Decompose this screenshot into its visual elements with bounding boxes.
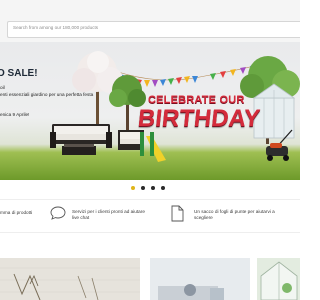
header-bar: Search from among our 180,000 products — [0, 0, 300, 42]
carousel-dot-1[interactable] — [131, 186, 135, 190]
rattan-sofa-set — [50, 124, 144, 155]
feature-item-products[interactable]: mma di prodotti — [0, 210, 40, 216]
birthday-heading: BIRTHDAY — [136, 105, 262, 132]
search-input[interactable]: Search from among our 180,000 products — [7, 21, 300, 38]
features-row: mma di prodotti Servizi per i clienti pr… — [0, 199, 300, 233]
hero-text-line-3: enica 9 Aprile! — [0, 112, 30, 117]
product-tile-3[interactable] — [257, 258, 300, 300]
feature-item-guides[interactable]: Un sacco di fogli di punte per aiutarvi … — [194, 209, 300, 221]
carousel-dot-4[interactable] — [161, 186, 165, 190]
feature-text-2: live chat — [72, 215, 90, 220]
document-icon — [170, 205, 184, 227]
feature-item-live-chat[interactable]: Servizi per i clienti pronti ad aiutare … — [72, 209, 154, 221]
hero-banner[interactable]: O SALE! oil enti essenziali giardino per… — [0, 42, 300, 180]
product-image — [150, 258, 250, 300]
product-image — [0, 258, 140, 300]
feature-text: mma di prodotti — [0, 210, 33, 215]
product-image — [257, 258, 300, 300]
hero-sale-title: O SALE! — [0, 68, 38, 79]
search-placeholder: Search from among our 180,000 products — [13, 25, 99, 30]
feature-text-2: scegliere — [194, 215, 213, 220]
carousel-dot-3[interactable] — [151, 186, 155, 190]
carousel-indicators — [131, 184, 171, 192]
yellow-slide — [140, 132, 166, 162]
hero-text-line-1: oil — [0, 85, 5, 90]
chat-bubble-icon — [50, 205, 66, 226]
product-tiles — [0, 258, 300, 300]
product-tile-1[interactable] — [0, 258, 140, 300]
hero-text-line-2: enti essenziali giardino per una perfett… — [0, 92, 94, 97]
product-tile-2[interactable] — [150, 258, 250, 300]
carousel-dot-2[interactable] — [141, 186, 145, 190]
